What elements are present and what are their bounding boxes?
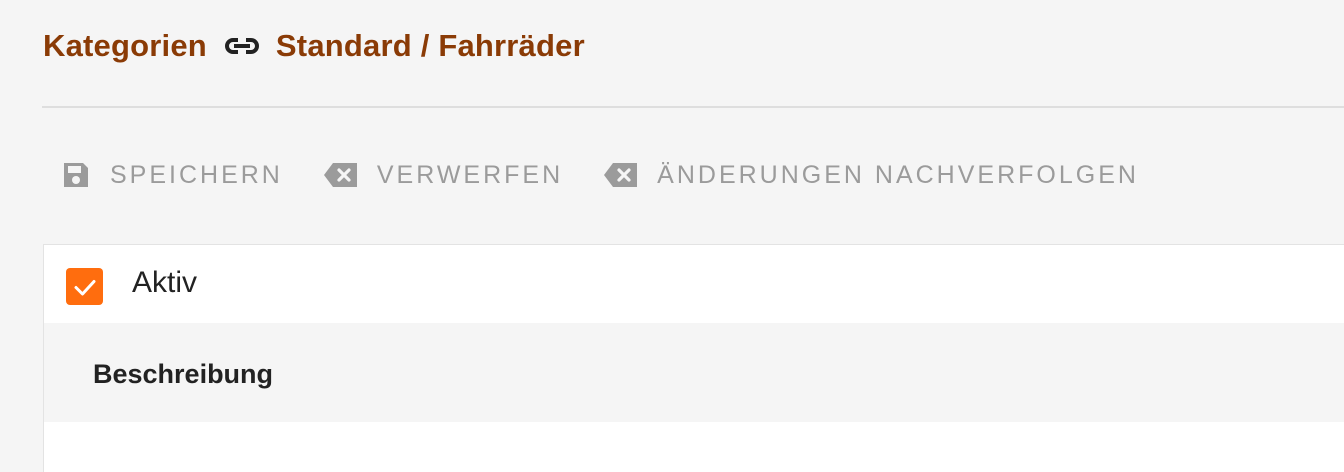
- floppy-disk-icon: [64, 163, 88, 187]
- save-button[interactable]: SPEICHERN: [60, 159, 283, 191]
- discard-label: VERWERFEN: [376, 160, 564, 189]
- save-label: SPEICHERN: [110, 160, 283, 189]
- category-edit-page: Kategorien Standard / Fahrräder SPEICHER…: [0, 0, 1344, 472]
- toolbar: SPEICHERN VERWERFEN ÄNDERUNGEN NACHVERFO…: [60, 150, 1179, 200]
- track-changes-button[interactable]: ÄNDERUNGEN NACHVERFOLGEN: [603, 161, 1139, 190]
- track-changes-label: ÄNDERUNGEN NACHVERFOLGEN: [657, 160, 1139, 189]
- category-label[interactable]: Kategorien: [43, 28, 207, 64]
- form-panel: Aktiv Beschreibung: [43, 244, 1344, 472]
- backspace-icon: [604, 163, 638, 187]
- discard-button[interactable]: VERWERFEN: [323, 161, 563, 190]
- category-path: Standard / Fahrräder: [275, 28, 585, 63]
- backspace-icon: [323, 163, 357, 187]
- page-title: Kategorien Standard / Fahrräder: [43, 24, 585, 68]
- description-title: Beschreibung: [93, 359, 274, 389]
- active-row: Aktiv: [44, 245, 1344, 323]
- link-icon: [222, 24, 262, 68]
- header-divider: [42, 106, 1344, 108]
- active-label: Aktiv: [132, 266, 198, 299]
- active-checkbox[interactable]: [66, 268, 103, 305]
- checkmark-icon: [74, 279, 95, 295]
- description-section-header: Beschreibung: [44, 323, 1344, 422]
